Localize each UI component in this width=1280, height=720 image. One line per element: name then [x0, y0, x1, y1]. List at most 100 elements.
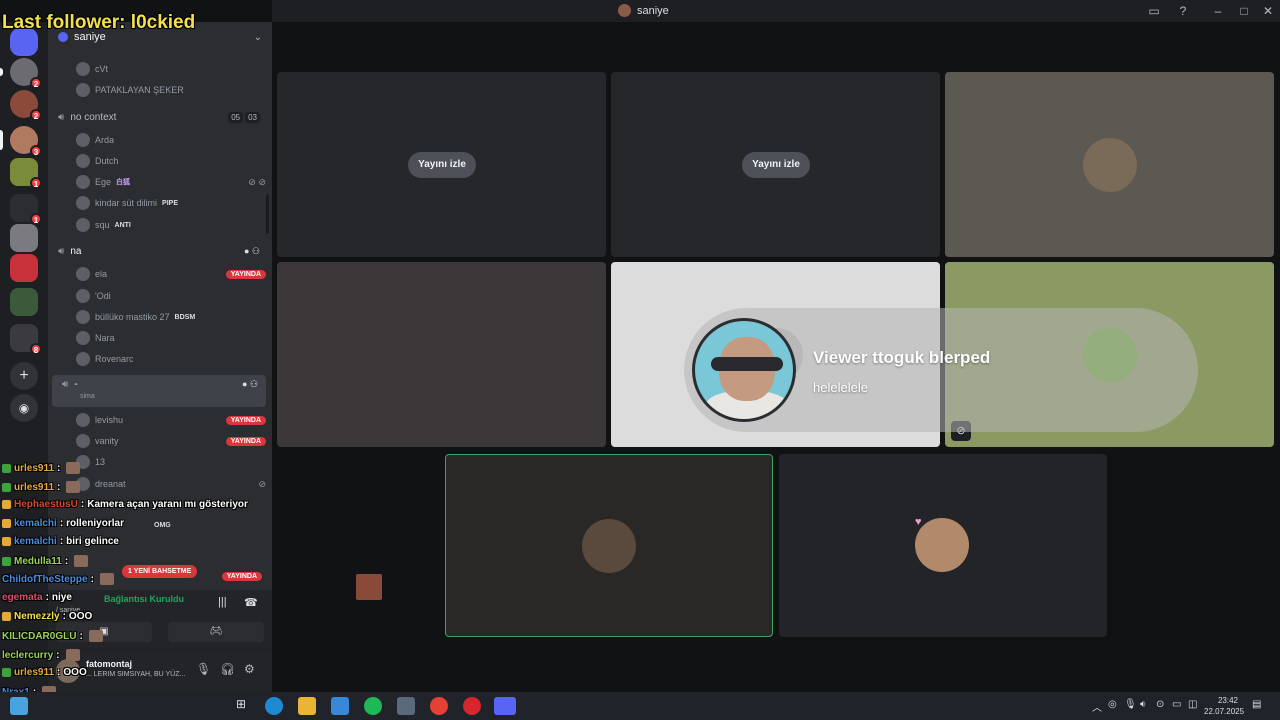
- help-icon[interactable]: ?: [1175, 3, 1191, 19]
- voice-member[interactable]: büllüko mastiko 27 BDSM: [76, 307, 266, 327]
- chevron-down-icon[interactable]: ⌄: [254, 32, 262, 43]
- stream-tile-1[interactable]: Yayını izle: [277, 72, 606, 257]
- voice-member[interactable]: kindar süt dilimi PIPE: [76, 193, 266, 213]
- chat-icon[interactable]: ● ⚇: [242, 379, 258, 390]
- inbox-icon[interactable]: ▭: [1146, 3, 1162, 19]
- chat-separator: :: [64, 555, 69, 567]
- scrollbar[interactable]: [266, 194, 269, 234]
- chat-emote-icon: [65, 649, 80, 661]
- voice-member[interactable]: Rovenarc: [76, 349, 266, 369]
- window-titlebar: saniye ▭ ? – □ ✕: [272, 0, 1280, 22]
- explore-icon[interactable]: ◉: [10, 394, 38, 422]
- maximize-icon[interactable]: □: [1236, 3, 1252, 19]
- battery-icon[interactable]: ▭: [1172, 699, 1181, 710]
- user-tile-3[interactable]: [945, 72, 1274, 257]
- voice-member[interactable]: dreanat ⊘: [76, 474, 266, 494]
- voice-member[interactable]: Arda: [76, 130, 266, 150]
- speaker-icon: 🔊︎: [58, 245, 65, 257]
- voice-member[interactable]: Ege 白狐 ⊘ ⊘: [76, 172, 266, 192]
- chat-username: urles911: [14, 481, 55, 493]
- stream-alert-overlay: Viewer ttoguk blerped helelelele: [684, 308, 1198, 432]
- task-view-icon[interactable]: ⊞: [232, 697, 250, 715]
- chat-separator: :: [45, 592, 49, 603]
- activity-button[interactable]: 🎮︎: [168, 622, 264, 642]
- spotify-icon[interactable]: [364, 697, 382, 715]
- file-explorer-icon[interactable]: [298, 697, 316, 715]
- server-icon-3[interactable]: [10, 224, 38, 252]
- discord-taskbar-icon[interactable]: [494, 697, 516, 715]
- tray-app-icon[interactable]: ◎: [1108, 699, 1117, 710]
- edge-icon[interactable]: [265, 697, 283, 715]
- chat-separator: :: [79, 630, 83, 642]
- add-server-icon[interactable]: +: [10, 362, 38, 390]
- screen: saniye ▭ ? – □ ✕ 2 2 3 1 1 8 + ◉ saniye …: [0, 0, 1280, 720]
- server-icon-1[interactable]: 1: [10, 158, 42, 189]
- server-icon-2[interactable]: 1: [10, 194, 42, 225]
- voice-member[interactable]: Dutch: [76, 151, 266, 171]
- voice-channel-na[interactable]: 🔊︎ na ● ⚇: [48, 240, 268, 262]
- chat-message: kemalchi : biri gelince: [2, 536, 119, 547]
- last-follower-overlay: Last follower: l0ckied: [2, 12, 196, 33]
- chat-message: ChildofTheSteppe :: [2, 573, 114, 585]
- voice-member[interactable]: vanity YAYINDA: [76, 431, 266, 451]
- dm-avatar-2[interactable]: 2: [10, 90, 42, 121]
- minimize-icon[interactable]: –: [1210, 3, 1226, 19]
- chat-username: Nemezzly: [14, 611, 60, 622]
- streamer-face-image: [692, 318, 796, 422]
- network-icon[interactable]: ◫: [1188, 699, 1197, 710]
- user-tile-4[interactable]: [277, 262, 606, 447]
- new-mention-pill[interactable]: 1 YENİ BAHSETME: [122, 565, 198, 578]
- chat-badge-icon: [2, 537, 11, 546]
- server-icon-5[interactable]: [10, 288, 38, 316]
- system-clock[interactable]: 23:42 22.07.2025: [1204, 695, 1244, 717]
- voice-member[interactable]: 'Odi: [76, 286, 266, 306]
- chrome-icon[interactable]: [430, 697, 448, 715]
- watch-stream-button[interactable]: Yayını izle: [408, 152, 476, 178]
- dm-avatar-1[interactable]: 2: [10, 58, 42, 89]
- microphone-icon[interactable]: 🎙︎: [196, 662, 211, 676]
- voice-member[interactable]: PATAKLAYAN ŞEKER: [76, 80, 266, 100]
- notification-icon[interactable]: ▤: [1252, 699, 1261, 710]
- chat-separator: :: [59, 536, 64, 547]
- voice-member[interactable]: ela YAYINDA: [76, 264, 266, 284]
- obs-icon[interactable]: [463, 697, 481, 715]
- disconnect-icon[interactable]: ☎: [244, 596, 258, 609]
- voice-member[interactable]: squ ANTI: [76, 215, 266, 235]
- chat-icon[interactable]: ● ⚇: [244, 246, 260, 257]
- headphones-icon[interactable]: 🎧︎: [220, 662, 235, 676]
- volume-icon[interactable]: 🔉︎: [1140, 699, 1146, 710]
- chat-badge-icon: [2, 463, 11, 473]
- voice-channel-dash[interactable]: 🔊︎ - sima ● ⚇: [52, 375, 266, 407]
- user-tile-speaking[interactable]: [445, 454, 773, 637]
- chat-username: KILICDAR0GLU: [2, 630, 77, 642]
- chat-separator: :: [57, 462, 61, 474]
- store-icon[interactable]: [331, 697, 349, 715]
- window-title-text: saniye: [637, 4, 669, 17]
- speaker-icon: 🔊︎: [62, 379, 69, 390]
- tray-mic-icon[interactable]: 🎙︎: [1124, 699, 1137, 710]
- stream-tile-2[interactable]: Yayını izle: [611, 72, 940, 257]
- chat-text: rolleniyorlar: [66, 518, 124, 529]
- watch-stream-button[interactable]: Yayını izle: [742, 152, 810, 178]
- settings-gear-icon[interactable]: ⚙: [244, 662, 255, 676]
- calculator-icon[interactable]: [397, 697, 415, 715]
- chat-text: OOO: [68, 611, 93, 622]
- start-icon[interactable]: [10, 697, 28, 715]
- voice-member[interactable]: cVt: [76, 59, 266, 79]
- chat-badge-icon: [2, 668, 11, 677]
- chat-username: kemalchi: [14, 536, 57, 547]
- chat-badge-icon: [2, 482, 11, 492]
- voice-member[interactable]: 13: [76, 452, 266, 472]
- server-folder-icon[interactable]: 8: [10, 324, 42, 355]
- noise-suppression-icon[interactable]: |||: [218, 596, 227, 608]
- user-tile-8[interactable]: ♥: [779, 454, 1107, 637]
- voice-member[interactable]: Nara: [76, 328, 266, 348]
- tray-app-icon-2[interactable]: ⊙: [1156, 699, 1164, 710]
- tray-chevron-icon[interactable]: ︿: [1092, 699, 1102, 714]
- voice-member[interactable]: levishu YAYINDA: [76, 410, 266, 430]
- dm-avatar-3[interactable]: 3: [10, 126, 42, 157]
- voice-channel-no-context[interactable]: 🔊︎ no context 05 03: [48, 106, 268, 128]
- close-icon[interactable]: ✕: [1260, 3, 1276, 19]
- server-icon-4[interactable]: [10, 254, 38, 282]
- chat-username: egemata: [2, 592, 43, 603]
